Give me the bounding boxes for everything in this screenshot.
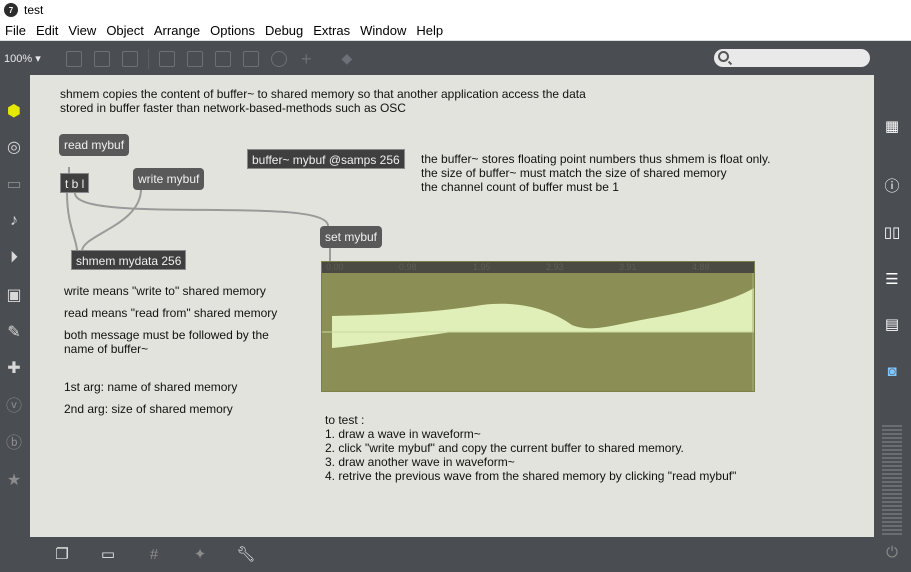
ruler-label: 4.88: [692, 262, 710, 272]
menu-debug[interactable]: Debug: [260, 20, 308, 41]
menu-object[interactable]: Object: [101, 20, 149, 41]
grid-snap-icon[interactable]: #: [144, 545, 164, 565]
menu-bar: File Edit View Object Arrange Options De…: [0, 20, 911, 41]
plugin-icon[interactable]: ✚: [5, 360, 23, 378]
new-object-icon[interactable]: ✦: [190, 545, 210, 565]
buffer-note-comment: the buffer~ stores floating point number…: [421, 152, 771, 194]
add-object-icon[interactable]: +: [301, 50, 312, 68]
intro-comment: shmem copies the content of buffer~ to s…: [60, 87, 586, 115]
max-app-icon: 7: [4, 3, 18, 17]
power-icon[interactable]: ⏻: [882, 543, 902, 563]
presentation-icon[interactable]: ▭: [98, 545, 118, 565]
paint-bucket-icon[interactable]: ◆: [342, 50, 353, 67]
target-icon[interactable]: ◎: [5, 139, 23, 157]
toggle-icon[interactable]: [159, 50, 175, 67]
arg2-comment: 2nd arg: size of shared memory: [64, 402, 233, 416]
dial-icon[interactable]: [271, 50, 287, 67]
message-icon[interactable]: [122, 50, 138, 67]
search-icon: [718, 51, 729, 62]
play-step-icon[interactable]: ⏵: [5, 249, 23, 267]
menu-edit[interactable]: Edit: [31, 20, 63, 41]
waveform-fill-negative: [332, 332, 452, 348]
patcher-canvas[interactable]: shmem copies the content of buffer~ to s…: [30, 75, 874, 537]
cord-write-to-shmem[interactable]: [81, 188, 142, 252]
windows-icon[interactable]: ❐: [52, 545, 72, 565]
set-mybuf-message[interactable]: set mybuf: [320, 226, 383, 248]
waveform-ruler: 0.00 0.98 1.95 2.93 3.91 4.88: [322, 262, 754, 273]
read-mybuf-message[interactable]: read mybuf: [59, 134, 130, 156]
image-icon[interactable]: ▣: [5, 287, 23, 305]
title-bar: 7 test: [0, 0, 911, 20]
filmstrip-icon[interactable]: ▭: [5, 176, 23, 194]
info-icon[interactable]: ⓘ: [882, 177, 902, 197]
list-icon[interactable]: ☰: [882, 270, 902, 290]
music-note-icon[interactable]: ♪: [5, 212, 23, 230]
snapshot-icon[interactable]: ◙: [882, 362, 902, 382]
both-message-comment: both message must be followed by the nam…: [64, 328, 269, 356]
read-means-comment: read means "read from" shared memory: [64, 306, 278, 320]
trigger-object[interactable]: t b l: [60, 173, 90, 193]
star-icon[interactable]: ★: [5, 472, 23, 490]
menu-view[interactable]: View: [63, 20, 101, 41]
v-circle-icon[interactable]: ⓥ: [5, 398, 23, 416]
menu-window[interactable]: Window: [355, 20, 411, 41]
waveform-display[interactable]: 0.00 0.98 1.95 2.93 3.91 4.88: [321, 261, 755, 392]
waveform-fill: [332, 288, 754, 332]
shmem-object[interactable]: shmem mydata 256: [71, 250, 187, 270]
zoom-level-dropdown[interactable]: 100% ▾: [4, 52, 60, 65]
to-test-comment: to test : 1. draw a wave in waveform~ 2.…: [325, 413, 737, 483]
menu-help[interactable]: Help: [411, 20, 448, 41]
menu-extras[interactable]: Extras: [308, 20, 355, 41]
ruler-label: 0.98: [399, 262, 417, 272]
comment-icon[interactable]: [94, 50, 110, 67]
menu-options[interactable]: Options: [205, 20, 260, 41]
wrench-icon[interactable]: 🔧︎: [236, 545, 256, 565]
menu-arrange[interactable]: Arrange: [149, 20, 205, 41]
ruler-label: 2.93: [546, 262, 564, 272]
ruler-label: 3.91: [619, 262, 637, 272]
left-sidebar: ⬢ ◎ ▭ ♪ ⏵ ▣ ✎ ✚ ⓥ ⓑ ★ 🔒︎: [0, 75, 30, 562]
right-sidebar: ▦ ⓘ ▯▯ ☰ ▤ ◙ ⏻: [874, 75, 911, 572]
cube-icon[interactable]: ⬢: [5, 103, 23, 121]
ruler-label: 0.00: [326, 262, 344, 272]
ruler-label: 1.95: [473, 262, 491, 272]
toolbar-divider: [148, 48, 149, 69]
slider-icon[interactable]: [243, 50, 259, 67]
panel-icon[interactable]: [66, 50, 82, 67]
waveform-trace: [322, 273, 754, 391]
grid-icon[interactable]: ▦: [882, 117, 902, 137]
paperclip-icon[interactable]: ✎: [5, 324, 23, 342]
playbar-icon[interactable]: [215, 50, 231, 67]
menu-file[interactable]: File: [0, 20, 31, 41]
level-meter: [882, 425, 902, 535]
window-title: test: [24, 3, 44, 17]
search-input[interactable]: [714, 49, 870, 67]
buffer-object[interactable]: buffer~ mybuf @samps 256: [247, 149, 405, 169]
write-means-comment: write means "write to" shared memory: [64, 284, 266, 298]
cord-tbl-to-set[interactable]: [74, 192, 329, 227]
book-open-icon[interactable]: ▯▯: [882, 223, 902, 243]
bottom-bar: ❐ ▭ # ✦ 🔧︎: [0, 537, 874, 572]
button-icon[interactable]: [187, 50, 203, 67]
reference-book-icon[interactable]: ▤: [882, 315, 902, 335]
write-mybuf-message[interactable]: write mybuf: [133, 168, 205, 190]
cord-tbl-to-shmem[interactable]: [66, 192, 78, 252]
arg1-comment: 1st arg: name of shared memory: [64, 380, 238, 394]
b-circle-icon[interactable]: ⓑ: [5, 435, 23, 453]
